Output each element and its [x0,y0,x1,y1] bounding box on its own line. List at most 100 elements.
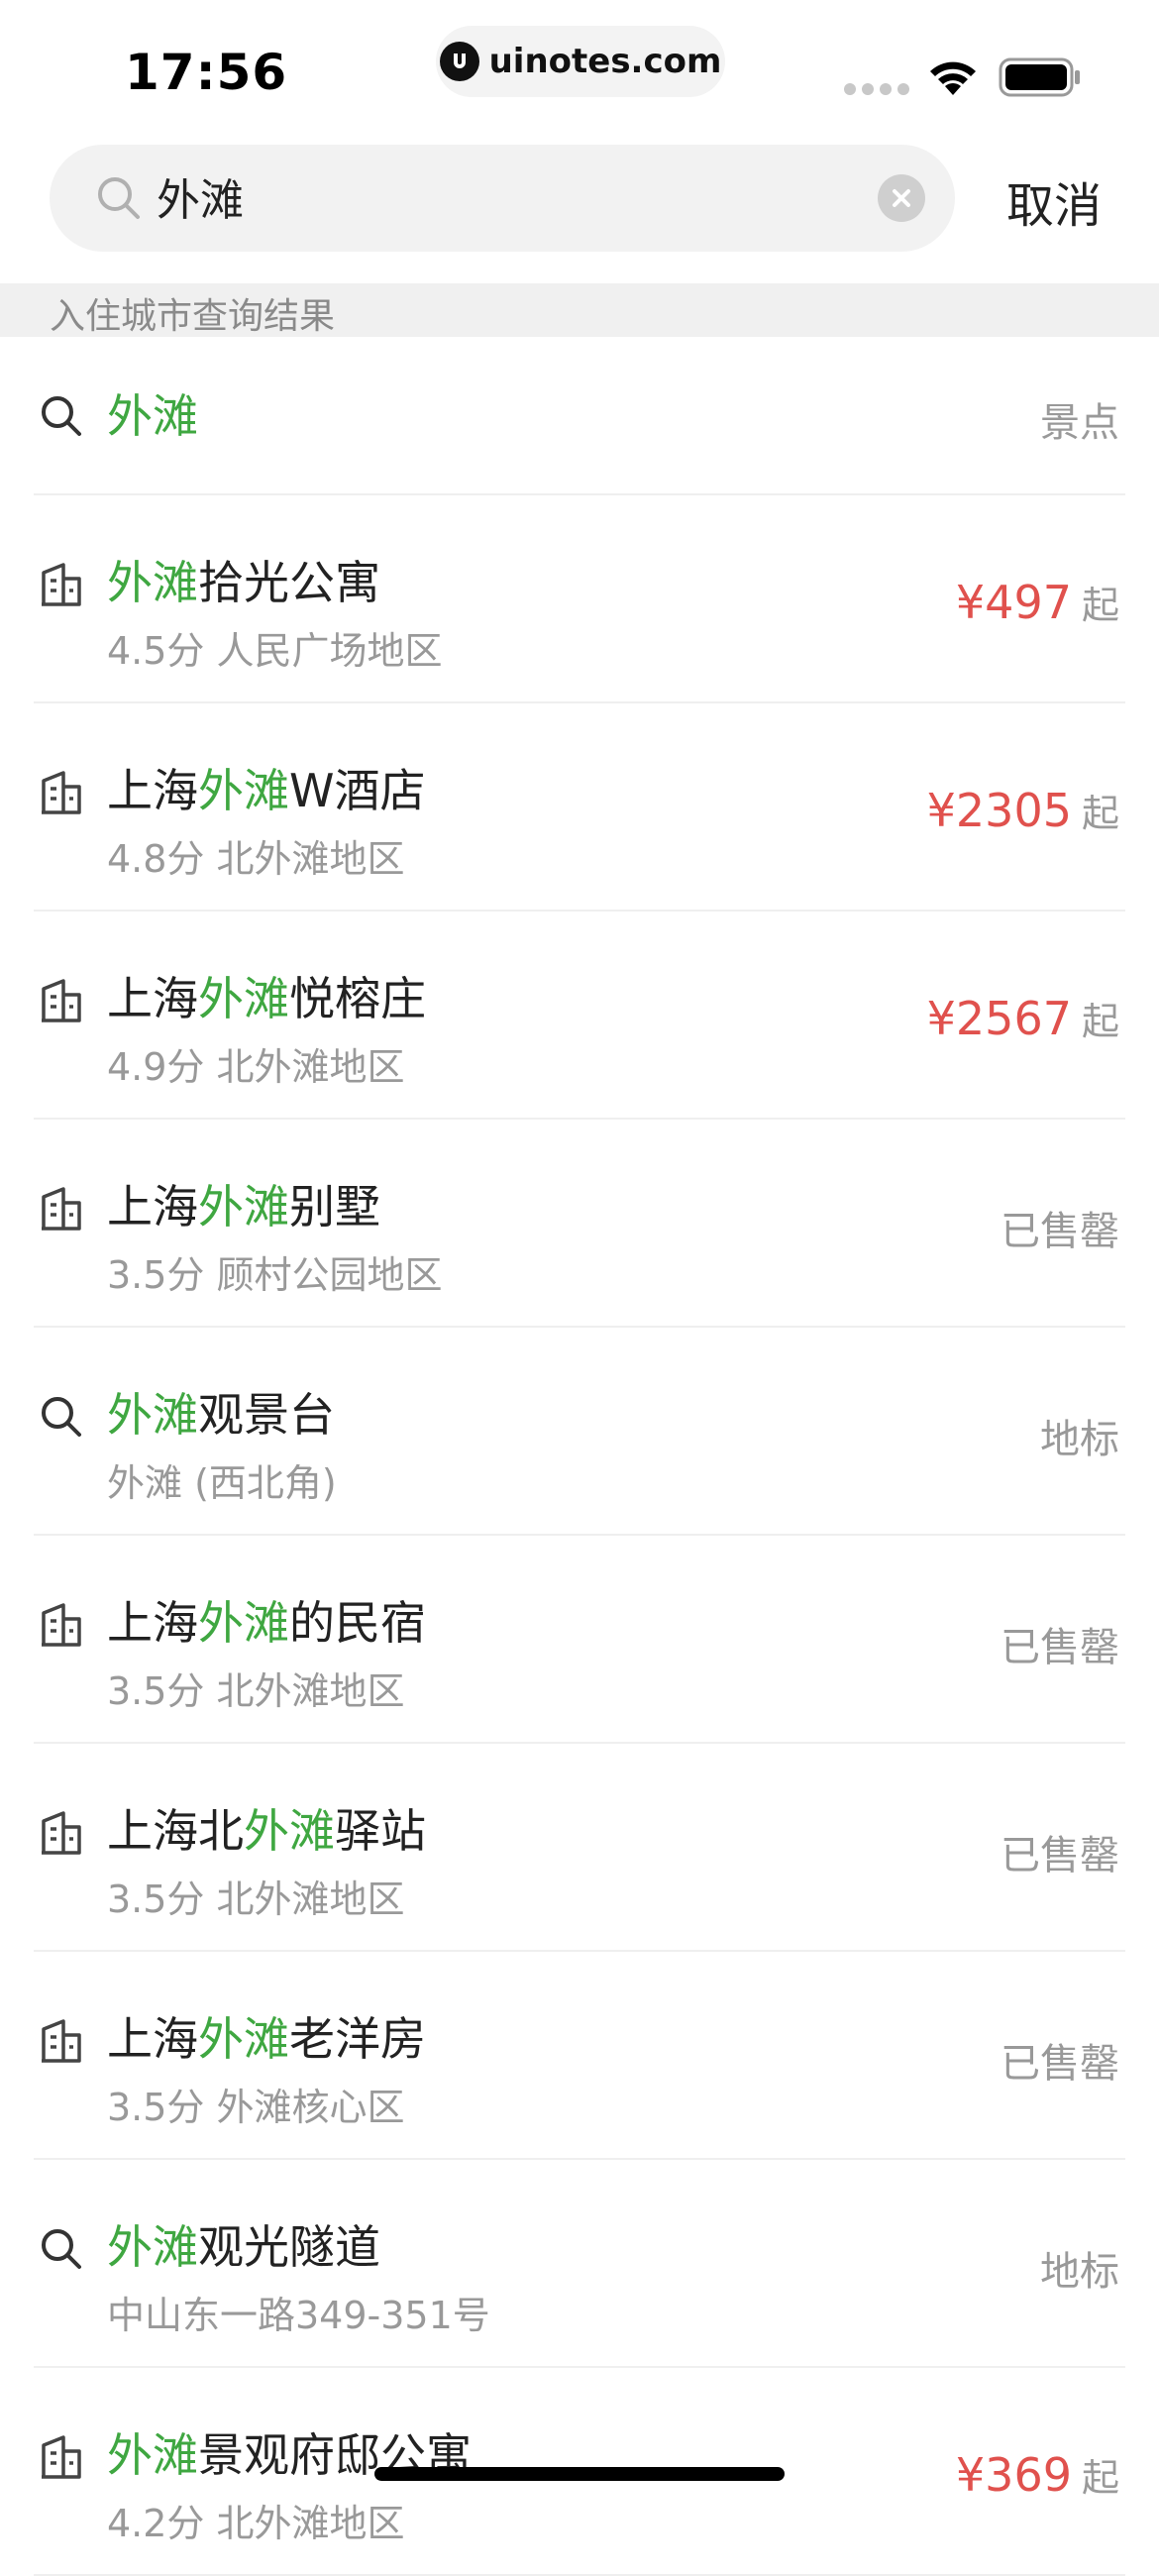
wifi-icon [925,55,981,101]
result-subtitle: 3.5分 北外滩地区 [107,1669,405,1713]
result-title: 外滩观景台 [107,1379,335,1445]
price-value: ¥497 [955,576,1072,629]
result-title-highlight: 外滩 [198,1596,289,1650]
price-tag: ¥2305 起 [927,783,1119,837]
result-title-prefix: 上海 [107,764,198,817]
result-title-prefix: 上海 [107,2012,198,2066]
hotel-icon [38,561,85,608]
result-title: 外滩观光隧道 [107,2211,380,2277]
result-title-prefix: 上海北 [107,1804,244,1858]
result-title-highlight: 外滩 [198,1180,289,1234]
price-value: ¥2305 [926,784,1072,837]
result-title-highlight: 外滩 [107,2428,198,2482]
result-row[interactable]: 上海外滩悦榕庄 4.9分 北外滩地区 ¥2567 起 [34,912,1125,1120]
result-subtitle: 4.8分 北外滩地区 [107,837,405,881]
cancel-button[interactable]: 取消 [1006,166,1102,236]
hotel-icon [38,1601,85,1649]
price-suffix: 起 [1081,2456,1119,2500]
result-title: 外滩 [107,380,198,446]
result-tag: 已售罄 [1001,2041,1119,2087]
price-tag: ¥497 起 [956,575,1119,629]
url-text: uinotes.com [488,42,722,81]
search-input[interactable] [157,164,890,228]
result-title-highlight: 外滩 [244,1804,335,1858]
price-value: ¥369 [955,2448,1072,2502]
result-subtitle: 3.5分 顾村公园地区 [107,1253,443,1297]
result-title: 上海北外滩驿站 [107,1795,426,1861]
result-title-highlight: 外滩 [198,2012,289,2066]
result-subtitle: 4.2分 北外滩地区 [107,2502,405,2545]
result-tag: 景点 [1040,400,1119,446]
result-row[interactable]: 外滩观光隧道中山东一路349-351号 地标 [34,2160,1125,2368]
search-icon [38,392,85,440]
result-tag: 地标 [1040,1417,1119,1462]
price-tag: ¥2567 起 [927,991,1119,1045]
hotel-icon [38,2017,85,2065]
result-subtitle: 3.5分 外滩核心区 [107,2086,405,2129]
result-title-highlight: 外滩 [198,972,289,1025]
result-title-suffix: W酒店 [289,764,426,817]
result-tag: 已售罄 [1001,1625,1119,1670]
result-row[interactable]: 上海外滩老洋房 3.5分 外滩核心区 已售罄 [34,1952,1125,2160]
result-subtitle: 4.5分 人民广场地区 [107,629,443,673]
price-suffix: 起 [1081,1000,1119,1043]
result-title-suffix: 驿站 [335,1804,426,1858]
search-box[interactable] [50,145,955,252]
result-title-suffix: 观景台 [198,1388,335,1442]
result-title-suffix: 老洋房 [289,2012,426,2066]
result-subtitle: 外滩 (西北角) [107,1461,337,1505]
result-title: 上海外滩老洋房 [107,2003,426,2069]
result-subtitle: 中山东一路349-351号 [107,2294,490,2337]
result-row[interactable]: 外滩拾光公寓 4.5分 人民广场地区 ¥497 起 [34,495,1125,703]
results-list: 外滩 景点 外滩拾光公寓 4.5分 人民广场地区 ¥497 起上海外滩W酒店 4.8分 北外… [0,337,1159,2576]
result-row[interactable]: 上海外滩的民宿 3.5分 北外滩地区 已售罄 [34,1536,1125,1744]
url-pill[interactable]: uinotes.com [436,26,725,97]
result-tag: 已售罄 [1001,1209,1119,1254]
result-title-highlight: 外滩 [107,556,198,609]
search-icon [38,2225,85,2273]
result-title-highlight: 外滩 [107,2220,198,2274]
price-suffix: 起 [1081,792,1119,835]
hotel-icon [38,977,85,1024]
result-row[interactable]: 外滩 景点 [34,337,1125,495]
result-row[interactable]: 上海外滩别墅 3.5分 顾村公园地区 已售罄 [34,1120,1125,1328]
result-subtitle: 3.5分 北外滩地区 [107,1878,405,1921]
site-logo-icon [439,42,479,81]
battery-icon [999,57,1082,101]
hotel-icon [38,2433,85,2481]
clear-search-icon[interactable] [878,174,925,222]
price-suffix: 起 [1081,584,1119,627]
result-title-highlight: 外滩 [198,764,289,817]
result-row[interactable]: 外滩观景台外滩 (西北角) 地标 [34,1328,1125,1536]
result-subtitle: 4.9分 北外滩地区 [107,1045,405,1089]
result-title-suffix: 的民宿 [289,1596,426,1650]
result-title: 上海外滩W酒店 [107,755,425,820]
result-title-prefix: 上海 [107,1596,198,1650]
status-bar: 17:56 uinotes.com [0,0,1159,139]
result-title-suffix: 悦榕庄 [289,972,426,1025]
result-row[interactable]: 上海北外滩驿站 3.5分 北外滩地区 已售罄 [34,1744,1125,1952]
price-value: ¥2567 [926,992,1072,1045]
result-title-highlight: 外滩 [107,389,198,443]
status-time: 17:56 [125,44,288,101]
section-header-label: 入住城市查询结果 [50,296,336,337]
result-title-suffix: 观光隧道 [198,2220,380,2274]
result-tag: 地标 [1040,2249,1119,2295]
section-header: 入住城市查询结果 [0,283,1159,337]
hotel-icon [38,769,85,816]
price-tag: ¥369 起 [956,2447,1119,2502]
result-title-suffix: 别墅 [289,1180,380,1234]
cellular-signal-icon [844,83,909,95]
result-title: 上海外滩的民宿 [107,1587,426,1653]
result-title: 上海外滩悦榕庄 [107,963,426,1028]
result-title-highlight: 外滩 [107,1388,198,1442]
hotel-icon [38,1185,85,1233]
result-title: 外滩拾光公寓 [107,547,380,612]
search-icon [38,1393,85,1441]
hotel-icon [38,1809,85,1857]
result-row[interactable]: 上海外滩W酒店 4.8分 北外滩地区 ¥2305 起 [34,703,1125,912]
home-indicator [374,2467,785,2481]
result-title-prefix: 上海 [107,1180,198,1234]
result-title-prefix: 上海 [107,972,198,1025]
search-row: 取消 [0,145,1159,256]
